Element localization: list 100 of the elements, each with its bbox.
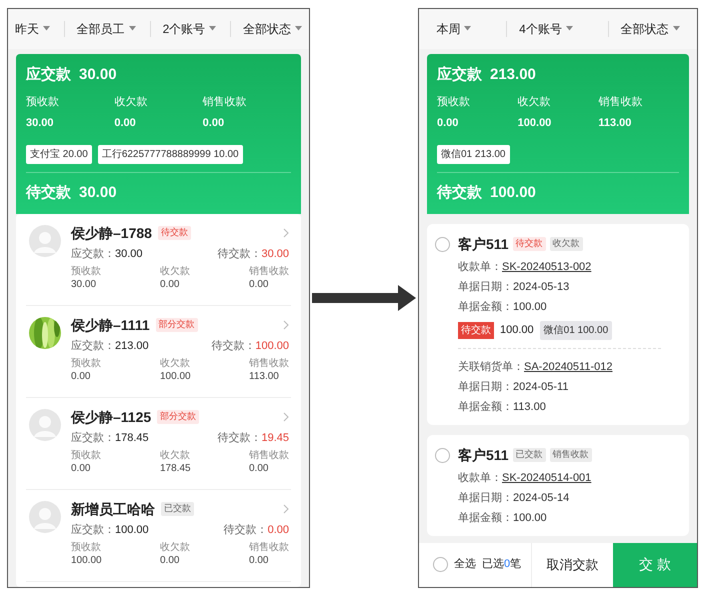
filter-dropdown[interactable]: 全部状态 — [620, 20, 680, 38]
stat-value: 30.00 — [71, 278, 98, 291]
employee-name: 侯少静–1788 — [71, 224, 152, 242]
account-tag: 工行6225777788889999 10.00 — [98, 145, 243, 164]
field-label: 收款单： — [458, 470, 502, 486]
avatar-icon — [29, 408, 61, 440]
customer-name: 客户511 — [458, 446, 509, 464]
stat-label: 收欠款 — [160, 265, 191, 278]
summary-title: 应交款 — [437, 64, 482, 84]
document-link[interactable]: SK-20240513-002 — [502, 256, 592, 276]
chevron-icon — [283, 228, 289, 238]
account-tag: 微信01 100.00 — [540, 320, 612, 340]
caret-icon — [566, 26, 573, 31]
status-tag: 待交款 — [158, 226, 191, 240]
employee-name: 侯少静–1125 — [71, 408, 152, 426]
stat-label: 预收款 — [71, 541, 102, 554]
stat-label: 销售收款 — [249, 541, 289, 554]
due-amount: 178.45 — [115, 430, 149, 446]
avatar-icon — [29, 500, 61, 532]
field-label: 单据金额： — [458, 510, 513, 526]
summary-amount: 213.00 — [490, 64, 536, 84]
radio-button[interactable] — [435, 236, 450, 252]
field-label: 单据日期： — [458, 490, 513, 506]
stat-value: 0.00 — [202, 116, 226, 130]
stat-value: 100.00 — [71, 554, 103, 567]
stat-value: 113.00 — [598, 116, 632, 130]
stat-label: 收欠款 — [518, 95, 552, 110]
filter-dropdown[interactable]: 本周 — [436, 20, 472, 38]
field-value: 113.00 — [513, 400, 546, 414]
arrow-icon — [312, 284, 416, 310]
employee-name: 新增员工哈哈 — [71, 500, 155, 518]
filter-dropdown[interactable]: 全部状态 — [243, 20, 302, 38]
summary-title: 应交款 — [26, 64, 71, 84]
field-value: 2024-05-14 — [513, 490, 570, 506]
status-tag: 收欠款 — [550, 237, 583, 251]
pending-label: 待交款： — [217, 430, 262, 446]
stat-value: 0.00 — [71, 462, 92, 475]
stat-label: 销售收款 — [598, 95, 644, 110]
filter-dropdown[interactable]: 全部员工 — [76, 20, 136, 38]
stat-value: 0.00 — [249, 278, 270, 291]
pending-label: 待交款： — [224, 522, 268, 538]
field-value: 100.00 — [513, 300, 547, 314]
chevron-icon — [283, 504, 289, 514]
field-value: 2024-05-13 — [513, 280, 570, 294]
due-amount: 213.00 — [115, 338, 149, 354]
caret-icon — [42, 26, 50, 31]
field-label: 单据金额： — [458, 400, 513, 414]
pending-title: 待交款 — [26, 183, 71, 203]
status-tag: 销售收款 — [550, 448, 592, 462]
pending-amount: 30.00 — [79, 183, 117, 203]
pending-amount: 0.00 — [268, 522, 289, 538]
account-tag: 支付宝 20.00 — [26, 145, 92, 164]
pending-label: 待交款： — [217, 246, 262, 262]
due-label: 应交款： — [71, 246, 115, 262]
status-tag: 已交款 — [161, 502, 194, 516]
stat-value: 0.00 — [71, 370, 92, 383]
cancel-button[interactable]: 取消交款 — [532, 542, 613, 586]
chevron-icon — [283, 320, 289, 330]
stat-value: 0.00 — [249, 554, 270, 567]
stat-label: 收欠款 — [114, 95, 148, 110]
due-label: 应交款： — [71, 522, 115, 538]
due-label: 应交款： — [71, 430, 115, 446]
caret-icon — [672, 26, 680, 31]
pending-amount: 30.00 — [261, 246, 289, 262]
pending-title: 待交款 — [437, 183, 482, 203]
summary-amount: 30.00 — [79, 64, 117, 84]
stat-value: 0.00 — [160, 554, 180, 567]
avatar-icon — [29, 224, 61, 256]
stat-label: 收欠款 — [160, 541, 191, 554]
filter-dropdown[interactable]: 4个账号 — [519, 20, 573, 38]
stat-value: 30.00 — [26, 116, 55, 130]
radio-button[interactable] — [435, 448, 450, 462]
caret-icon — [128, 26, 136, 31]
filter-dropdown[interactable]: 昨天 — [14, 20, 50, 38]
stat-value: 0.00 — [114, 116, 137, 130]
pending-amount: 100.00 — [490, 183, 536, 203]
filter-dropdown[interactable]: 2个账号 — [162, 20, 216, 38]
pending-amount: 100.00 — [500, 322, 534, 338]
caret-icon — [209, 26, 216, 31]
employee-name: 侯少静–1111 — [71, 316, 150, 334]
status-tag: 待交款 — [512, 237, 546, 251]
status-tag: 部分交款 — [156, 318, 198, 332]
due-amount: 30.00 — [115, 246, 143, 262]
stat-label: 收欠款 — [160, 449, 191, 462]
stat-label: 预收款 — [71, 265, 102, 278]
field-label: 单据日期： — [458, 280, 513, 294]
field-value: 100.00 — [513, 510, 547, 526]
stat-label: 预收款 — [26, 95, 60, 110]
stat-value: 113.00 — [249, 370, 280, 383]
customer-name: 客户511 — [458, 234, 509, 254]
stat-label: 销售收款 — [249, 357, 289, 370]
radio-button[interactable] — [433, 557, 448, 572]
document-link[interactable]: SK-20240514-001 — [502, 468, 592, 488]
field-label: 收款单： — [458, 260, 502, 274]
stat-value: 0.00 — [437, 116, 460, 130]
stat-label: 收欠款 — [160, 357, 191, 370]
document-link[interactable]: SA-20240511-012 — [524, 356, 612, 376]
chevron-icon — [283, 412, 289, 422]
pending-label: 待交款： — [211, 338, 256, 354]
status-tag: 待交款 — [458, 322, 494, 338]
